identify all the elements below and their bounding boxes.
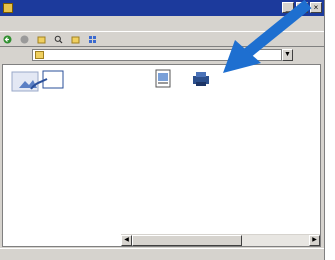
folders-icon [71, 36, 80, 43]
scroll-left-button[interactable]: ◀ [121, 235, 132, 246]
scroll-thumb[interactable] [132, 235, 242, 246]
up-folder-icon [37, 36, 46, 43]
search-icon [54, 35, 63, 43]
views-icon [89, 35, 96, 43]
folder-icon [35, 51, 44, 59]
folders-button[interactable] [71, 35, 82, 44]
back-arrow-icon [3, 35, 12, 43]
forward-arrow-icon [20, 35, 29, 43]
task-pane [3, 65, 121, 246]
status-bar [0, 248, 324, 260]
file-item[interactable] [148, 69, 178, 91]
image-file-icon [155, 69, 171, 88]
pointer-arrow-icon [223, 0, 312, 73]
folder-content: ◀ ▶ [2, 64, 321, 247]
up-button[interactable] [37, 35, 48, 44]
folder-icon [3, 3, 13, 13]
file-list [121, 65, 320, 235]
views-button[interactable] [88, 35, 99, 44]
back-button[interactable] [3, 35, 14, 44]
forward-button[interactable] [20, 35, 31, 44]
folder-banner-icon [9, 69, 73, 95]
search-button[interactable] [54, 35, 65, 44]
horizontal-scrollbar[interactable]: ◀ ▶ [121, 234, 320, 246]
scroll-right-button[interactable]: ▶ [309, 235, 320, 246]
